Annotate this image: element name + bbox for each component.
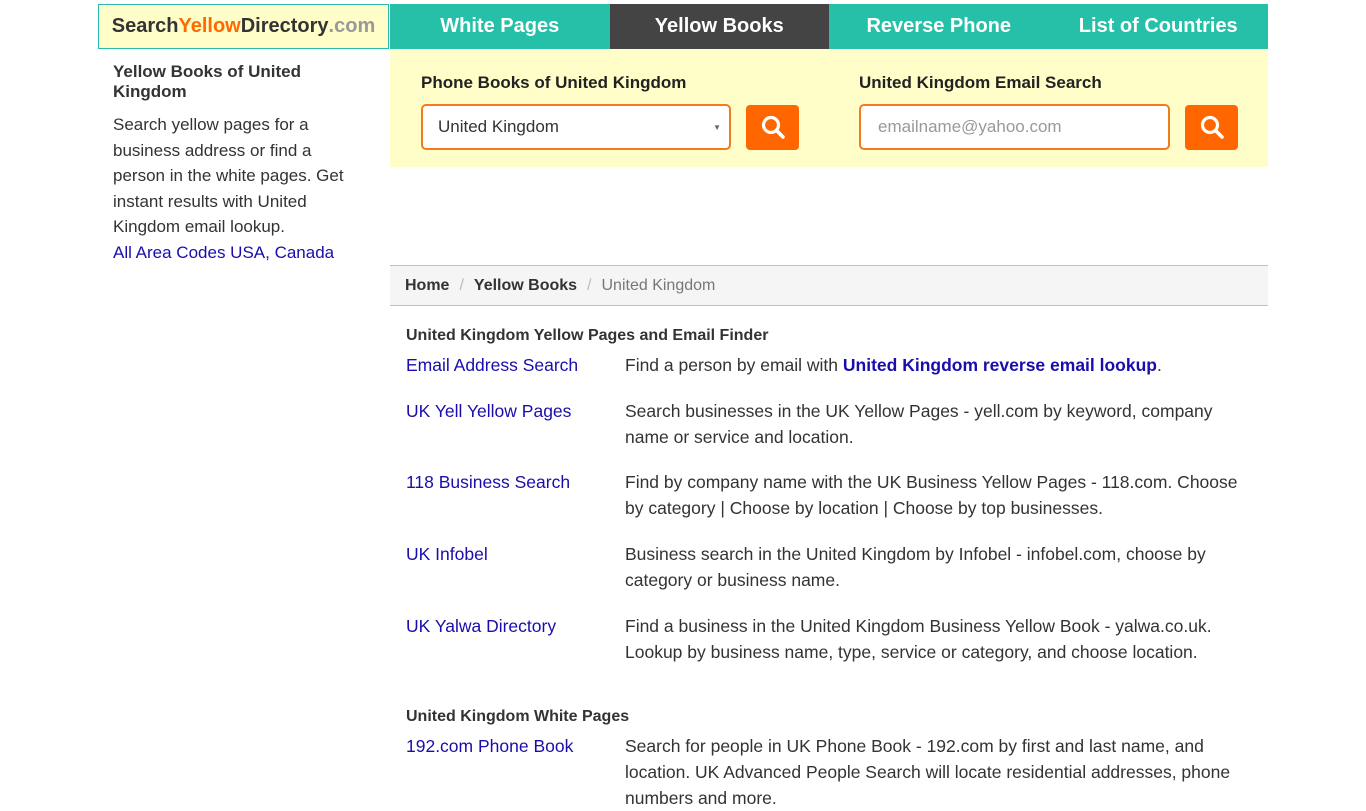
reverse-email-lookup-link[interactable]: United Kingdom reverse email lookup [843,355,1157,375]
entry-description: Find by company name with the UK Busines… [625,472,1238,518]
email-address-search-link[interactable]: Email Address Search [406,352,625,378]
search-icon [1200,115,1224,139]
phone-book-192-link[interactable]: 192.com Phone Book [406,733,625,811]
breadcrumb-home[interactable]: Home [405,277,449,295]
logo-text-search: Search [111,15,179,37]
phone-search-button[interactable] [746,104,799,150]
phone-book-search: Phone Books of United Kingdom United Kin… [421,73,799,150]
caret-down-icon: ▼ [713,123,721,132]
search-icon [761,115,785,139]
entry-description: Find a person by email with United Kingd… [625,352,1256,378]
phone-search-title: Phone Books of United Kingdom [421,73,687,92]
list-item: Email Address Search Find a person by em… [406,352,1256,378]
nav-white-pages[interactable]: White Pages [390,4,610,49]
entry-description: Search for people in UK Phone Book - 192… [625,736,1231,808]
breadcrumb-current: United Kingdom [601,276,716,294]
main-nav: White Pages Yellow Books Reverse Phone L… [390,4,1268,49]
entry-description: Search businesses in the UK Yellow Pages… [625,401,1213,447]
breadcrumb: Home / Yellow Books / United Kingdom [390,265,1268,306]
entry-description: Find a business in the United Kingdom Bu… [625,616,1212,662]
nav-reverse-phone[interactable]: Reverse Phone [829,4,1049,49]
list-item: 192.com Phone Book Search for people in … [406,733,1256,811]
email-search-title: United Kingdom Email Search [859,73,1102,92]
list-item: UK Infobel Business search in the United… [406,541,1256,593]
uk-yell-link[interactable]: UK Yell Yellow Pages [406,398,625,450]
country-select[interactable]: United Kingdom ▼ [421,104,731,150]
main-content: United Kingdom Yellow Pages and Email Fi… [406,326,1256,811]
nav-list-of-countries[interactable]: List of Countries [1048,4,1268,49]
breadcrumb-yellow-books[interactable]: Yellow Books [474,277,577,295]
business-118-link[interactable]: 118 Business Search [406,469,625,521]
sidebar-text: Search yellow pages for a business addre… [113,115,344,236]
sidebar: Yellow Books of United Kingdom Search ye… [113,62,368,265]
logo-text-com: .com [328,15,376,37]
breadcrumb-separator: / [459,276,464,294]
email-field-wrapper [859,104,1170,150]
white-pages-section-title: United Kingdom White Pages [406,708,630,725]
area-codes-link[interactable]: All Area Codes USA, Canada [113,240,368,266]
email-search: United Kingdom Email Search [859,73,1238,150]
yellow-pages-section-title: United Kingdom Yellow Pages and Email Fi… [406,327,769,344]
email-input[interactable] [876,116,1153,138]
list-item: UK Yalwa Directory Find a business in th… [406,613,1256,665]
list-item: UK Yell Yellow Pages Search businesses i… [406,398,1256,450]
logo-text-yellow: Yellow [178,15,241,37]
site-logo[interactable]: Search Yellow Directory .com [98,4,389,49]
entry-desc-suffix: . [1157,355,1162,375]
email-search-button[interactable] [1185,104,1238,150]
uk-infobel-link[interactable]: UK Infobel [406,541,625,593]
list-item: 118 Business Search Find by company name… [406,469,1256,521]
search-panel: Phone Books of United Kingdom United Kin… [390,49,1268,167]
uk-yalwa-link[interactable]: UK Yalwa Directory [406,613,625,665]
entry-description: Business search in the United Kingdom by… [625,544,1206,590]
nav-yellow-books[interactable]: Yellow Books [609,4,829,49]
country-select-value: United Kingdom [438,117,559,136]
sidebar-title: Yellow Books of United Kingdom [113,62,301,101]
breadcrumb-separator: / [587,276,592,294]
entry-desc-prefix: Find a person by email with [625,355,843,375]
logo-text-directory: Directory [240,15,329,37]
